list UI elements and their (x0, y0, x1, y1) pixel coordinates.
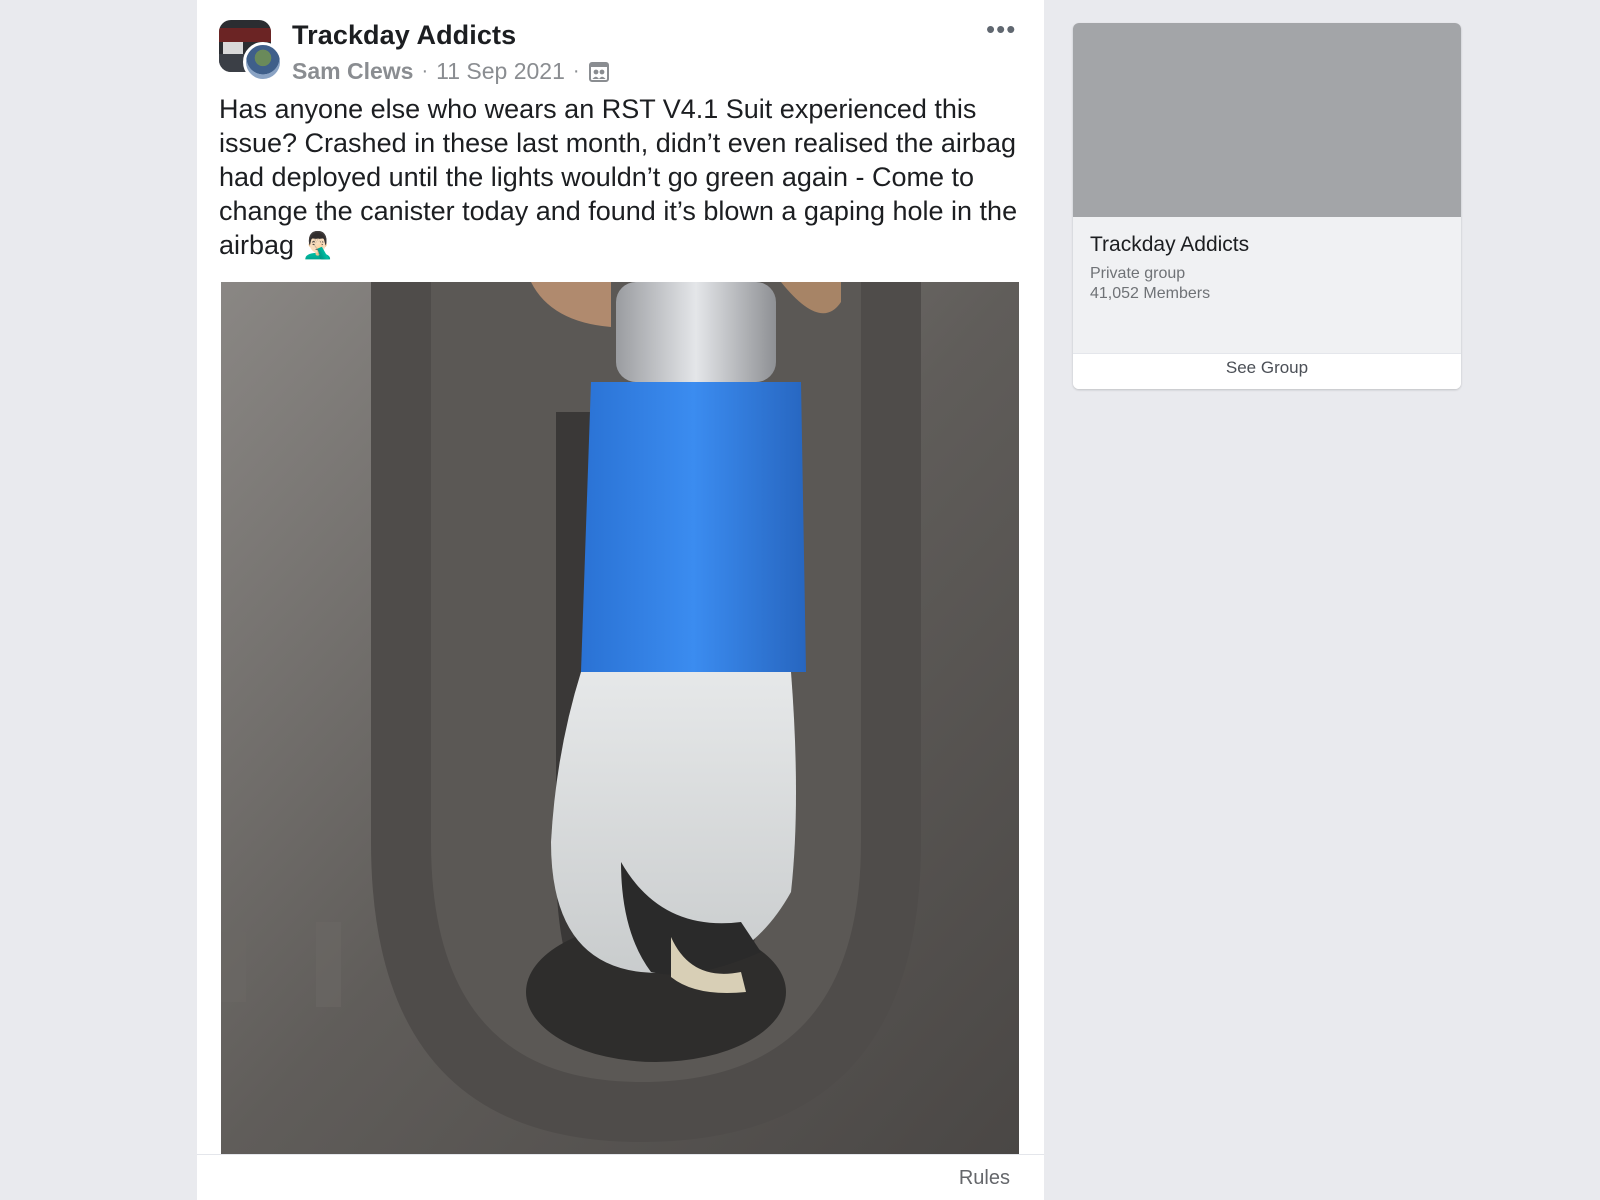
post-footer: Rules (197, 1154, 1044, 1200)
group-card-title[interactable]: Trackday Addicts (1090, 233, 1249, 257)
post-body: Has anyone else who wears an RST V4.1 Su… (219, 94, 1018, 260)
see-group-button[interactable]: See Group (1073, 353, 1461, 389)
group-info: Trackday Addicts Private group 41,052 Me… (1073, 217, 1461, 353)
meta-separator: · (421, 60, 429, 82)
group-name-link[interactable]: Trackday Addicts (292, 20, 516, 51)
rules-link[interactable]: Rules (959, 1167, 1010, 1190)
members-icon (588, 61, 610, 83)
more-options-icon[interactable]: ••• (986, 16, 1016, 42)
post-card: Trackday Addicts Sam Clews · 11 Sep 2021… (197, 0, 1044, 1200)
post-photo[interactable] (221, 282, 1019, 1154)
group-card-members: 41,052 Members (1090, 285, 1211, 302)
post-text: Has anyone else who wears an RST V4.1 Su… (219, 92, 1024, 262)
post-date-link[interactable]: 11 Sep 2021 (436, 58, 565, 85)
group-cover-image[interactable] (1073, 23, 1461, 217)
post-header: Trackday Addicts Sam Clews · 11 Sep 2021… (219, 16, 1030, 84)
post-meta: Sam Clews · 11 Sep 2021 · (292, 58, 610, 85)
meta-separator: · (572, 60, 580, 82)
author-avatar[interactable] (243, 42, 283, 82)
facepalm-emoji: 🤦🏻‍♂️ (301, 230, 334, 260)
group-card-privacy: Private group (1090, 265, 1186, 282)
group-card[interactable]: Trackday Addicts Private group 41,052 Me… (1073, 23, 1461, 389)
author-name-link[interactable]: Sam Clews (292, 58, 413, 85)
